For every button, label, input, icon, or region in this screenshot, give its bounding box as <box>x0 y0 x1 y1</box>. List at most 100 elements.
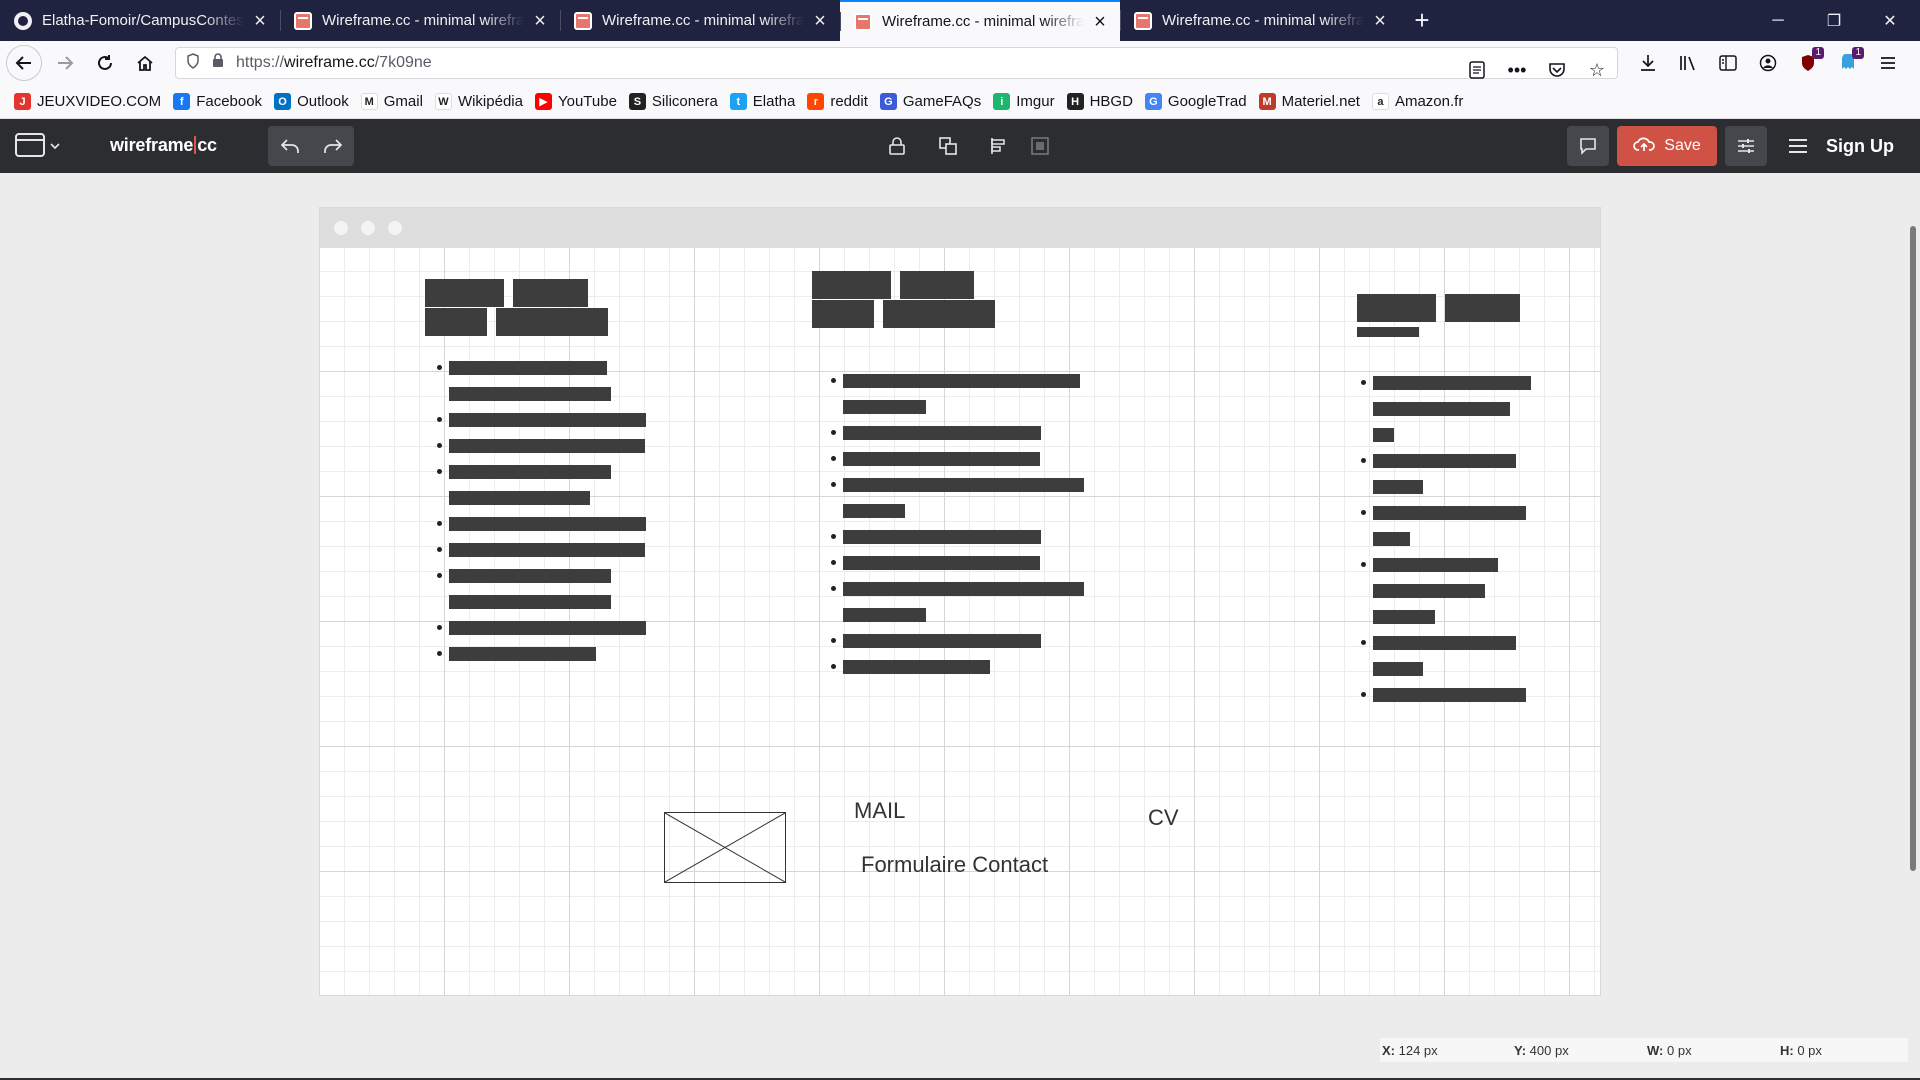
wireframe-grid[interactable]: MAIL CV Formulaire Contact <box>320 248 1600 995</box>
text-line-placeholder[interactable] <box>1373 506 1526 520</box>
close-tab-icon[interactable]: × <box>530 11 550 31</box>
undo-icon[interactable] <box>268 126 311 166</box>
text-line-placeholder[interactable] <box>449 413 646 427</box>
text-line-placeholder[interactable] <box>449 465 611 479</box>
home-icon[interactable] <box>128 46 162 80</box>
heading-placeholder[interactable] <box>1357 327 1419 337</box>
text-line-placeholder[interactable] <box>843 400 926 414</box>
heading-placeholder[interactable] <box>1445 294 1520 322</box>
bookmark-item[interactable]: G GameFAQs <box>879 93 981 110</box>
wireframe-logo[interactable]: wireframe cc <box>110 135 217 156</box>
text-line-placeholder[interactable] <box>1373 584 1485 598</box>
text-line-placeholder[interactable] <box>1373 532 1410 546</box>
text-line-placeholder[interactable] <box>449 361 607 375</box>
ublock-icon[interactable]: 1 <box>1788 41 1828 85</box>
text-line-placeholder[interactable] <box>1373 688 1526 702</box>
browser-tab[interactable]: Elatha-Fomoir/CampusContest: × <box>0 0 280 41</box>
text-line-placeholder[interactable] <box>843 530 1041 544</box>
heading-placeholder[interactable] <box>513 279 588 307</box>
reload-icon[interactable] <box>88 46 122 80</box>
bookmark-item[interactable]: a Amazon.fr <box>1371 93 1463 110</box>
heading-placeholder[interactable] <box>900 271 974 299</box>
extension-icon[interactable]: 1 <box>1828 41 1868 85</box>
text-line-placeholder[interactable] <box>449 517 646 531</box>
text-line-placeholder[interactable] <box>449 543 645 557</box>
close-tab-icon[interactable]: × <box>1370 11 1390 31</box>
text-line-placeholder[interactable] <box>449 569 611 583</box>
mail-text[interactable]: MAIL <box>854 798 905 824</box>
bookmark-item[interactable]: H HBGD <box>1066 93 1133 110</box>
comments-icon[interactable] <box>1567 126 1609 166</box>
text-line-placeholder[interactable] <box>449 621 646 635</box>
image-placeholder[interactable] <box>664 812 786 883</box>
text-line-placeholder[interactable] <box>449 647 596 661</box>
bookmark-item[interactable]: W Wikipédia <box>434 93 523 110</box>
bookmark-item[interactable]: ▶ YouTube <box>534 93 617 110</box>
back-icon[interactable] <box>6 45 42 81</box>
bookmark-item[interactable]: S Siliconera <box>628 93 718 110</box>
redo-icon[interactable] <box>311 126 354 166</box>
text-line-placeholder[interactable] <box>1373 662 1423 676</box>
new-tab-icon[interactable]: + <box>1400 0 1444 41</box>
text-line-placeholder[interactable] <box>843 504 905 518</box>
bookmark-item[interactable]: r reddit <box>807 93 868 110</box>
heading-placeholder[interactable] <box>812 300 874 328</box>
url-bar[interactable]: https://wireframe.cc/7k09ne ••• ☆ <box>175 47 1618 80</box>
close-tab-icon[interactable]: × <box>250 11 270 31</box>
bookmark-item[interactable]: O Outlook <box>274 93 349 110</box>
lock-element-icon[interactable] <box>877 126 917 166</box>
shield-icon[interactable] <box>186 52 200 74</box>
download-icon[interactable] <box>1628 41 1668 85</box>
sign-up-link[interactable]: Sign Up <box>1826 119 1894 173</box>
duplicate-icon[interactable] <box>928 126 968 166</box>
page-menu-icon[interactable] <box>12 126 64 166</box>
settings-sliders-icon[interactable] <box>1725 126 1767 166</box>
bookmark-item[interactable]: f Facebook <box>173 93 262 110</box>
group-icon[interactable] <box>1020 126 1060 166</box>
heading-placeholder[interactable] <box>496 308 608 336</box>
heading-placeholder[interactable] <box>425 308 487 336</box>
browser-tab[interactable]: Wireframe.cc - minimal wirefra × <box>1120 0 1400 41</box>
text-line-placeholder[interactable] <box>449 491 590 505</box>
minimize-icon[interactable]: ─ <box>1750 0 1806 41</box>
text-line-placeholder[interactable] <box>843 608 926 622</box>
text-line-placeholder[interactable] <box>843 426 1041 440</box>
account-icon[interactable] <box>1748 41 1788 85</box>
close-window-icon[interactable]: ✕ <box>1862 0 1918 41</box>
save-button[interactable]: Save <box>1617 126 1717 166</box>
vertical-scrollbar[interactable] <box>1910 226 1916 871</box>
bookmark-item[interactable]: J JEUXVIDEO.COM <box>14 93 161 110</box>
text-line-placeholder[interactable] <box>1373 402 1510 416</box>
text-line-placeholder[interactable] <box>843 634 1041 648</box>
text-line-placeholder[interactable] <box>1373 428 1394 442</box>
text-line-placeholder[interactable] <box>843 582 1084 596</box>
browser-tab[interactable]: Wireframe.cc - minimal wirefra × <box>560 0 840 41</box>
text-line-placeholder[interactable] <box>843 374 1080 388</box>
text-line-placeholder[interactable] <box>1373 480 1423 494</box>
text-line-placeholder[interactable] <box>449 387 611 401</box>
browser-tab[interactable]: Wireframe.cc - minimal wirefra × <box>280 0 560 41</box>
editor-canvas[interactable]: MAIL CV Formulaire Contact <box>0 173 1920 1080</box>
forward-icon[interactable] <box>48 46 82 80</box>
text-line-placeholder[interactable] <box>1373 376 1531 390</box>
text-line-placeholder[interactable] <box>843 452 1040 466</box>
text-line-placeholder[interactable] <box>1373 454 1516 468</box>
text-line-placeholder[interactable] <box>843 660 990 674</box>
library-icon[interactable] <box>1668 41 1708 85</box>
sidebar-icon[interactable] <box>1708 41 1748 85</box>
heading-placeholder[interactable] <box>812 271 891 299</box>
text-line-placeholder[interactable] <box>449 595 611 609</box>
bookmark-item[interactable]: t Elatha <box>729 93 795 110</box>
heading-placeholder[interactable] <box>1357 294 1436 322</box>
text-line-placeholder[interactable] <box>1373 636 1516 650</box>
bookmark-item[interactable]: M Materiel.net <box>1258 93 1360 110</box>
heading-placeholder[interactable] <box>883 300 995 328</box>
text-line-placeholder[interactable] <box>449 439 645 453</box>
contact-form-text[interactable]: Formulaire Contact <box>861 852 1048 878</box>
align-icon[interactable] <box>978 126 1018 166</box>
heading-placeholder[interactable] <box>425 279 504 307</box>
bookmark-item[interactable]: G GoogleTrad <box>1144 93 1247 110</box>
restore-icon[interactable]: ❐ <box>1806 0 1862 41</box>
browser-tab-active[interactable]: Wireframe.cc - minimal wirefra × <box>840 0 1120 41</box>
bookmark-item[interactable]: M Gmail <box>360 93 423 110</box>
